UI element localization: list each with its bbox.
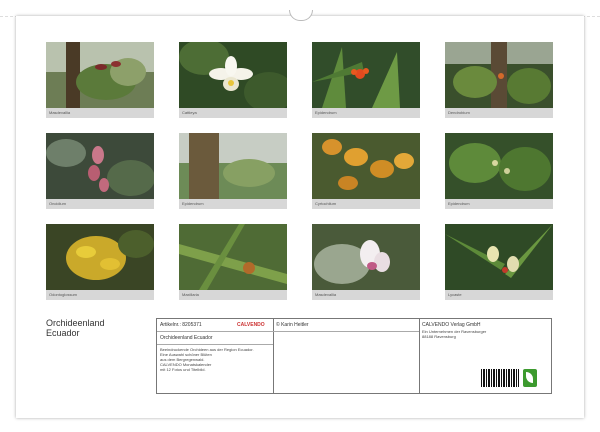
publisher-line: 88188 Ravensburg: [422, 334, 456, 339]
photo-caption: Epidendrum: [312, 108, 420, 118]
photo-caption: Dendrobium: [445, 108, 553, 118]
photo-caption: Maxillaria: [179, 290, 287, 300]
photo-caption: Masdevallia: [312, 290, 420, 300]
eco-leaf-icon: [523, 369, 537, 387]
photo-caption: Masdevallia: [46, 108, 154, 118]
barcode: [481, 369, 519, 387]
month-tile[interactable]: Cattleya: [179, 42, 287, 118]
orchid-photo: [46, 42, 154, 108]
month-tile[interactable]: Epidendrum: [312, 42, 420, 118]
photo-caption: Epidendrum: [445, 199, 553, 209]
orchid-photo: [179, 224, 287, 290]
divider: [157, 331, 273, 332]
title-line: Orchideenland: [46, 318, 105, 328]
calendar-title: Orchideenland Ecuador: [46, 318, 105, 338]
orchid-photo: [445, 133, 553, 199]
orchid-photo: [312, 42, 420, 108]
month-tile[interactable]: Maxillaria: [179, 224, 287, 300]
divider: [157, 344, 273, 345]
publisher-info-box: Artikelnr.: 8205371 CALVENDO Orchideenla…: [156, 318, 552, 394]
photo-caption: Odontoglossum: [46, 290, 154, 300]
orchid-photo: [312, 224, 420, 290]
photo-credit: © Karin Heitler: [276, 322, 309, 328]
month-tile[interactable]: Masdevallia: [312, 224, 420, 300]
title-line: Ecuador: [46, 328, 80, 338]
publisher-line: CALVENDO Verlag GmbH: [422, 322, 481, 328]
orchid-photo: [179, 42, 287, 108]
month-tile[interactable]: Epidendrum: [445, 133, 553, 209]
month-tile[interactable]: Oncidium: [46, 133, 154, 209]
orchid-photo: [312, 133, 420, 199]
info-column-product: Artikelnr.: 8205371 CALVENDO Orchideenla…: [157, 319, 274, 393]
divider: [273, 331, 419, 332]
photo-caption: Cattleya: [179, 108, 287, 118]
brand-logo: CALVENDO: [237, 322, 265, 328]
article-code: Artikelnr.: 8205371: [160, 322, 202, 328]
info-column-credit: © Karin Heitler: [273, 319, 420, 393]
photo-caption: Epidendrum: [179, 199, 287, 209]
month-tile[interactable]: Epidendrum: [179, 133, 287, 209]
photo-caption: Cyrtochilum: [312, 199, 420, 209]
month-tile[interactable]: Dendrobium: [445, 42, 553, 118]
orchid-photo: [46, 224, 154, 290]
photo-caption: Oncidium: [46, 199, 154, 209]
product-title: Orchideenland Ecuador: [160, 335, 213, 341]
orchid-photo: [179, 133, 287, 199]
orchid-photo: [445, 42, 553, 108]
month-tile[interactable]: Odontoglossum: [46, 224, 154, 300]
orchid-photo: [46, 133, 154, 199]
info-column-publisher: CALVENDO Verlag GmbH Ein Unternehmen der…: [419, 319, 551, 393]
month-tile[interactable]: Cyrtochilum: [312, 133, 420, 209]
month-tile[interactable]: Lycaste: [445, 224, 553, 300]
orchid-photo: [445, 224, 553, 290]
photo-caption: Lycaste: [445, 290, 553, 300]
description-line: mit 12 Fotos und Titelbild.: [160, 367, 206, 372]
month-tile[interactable]: Masdevallia: [46, 42, 154, 118]
